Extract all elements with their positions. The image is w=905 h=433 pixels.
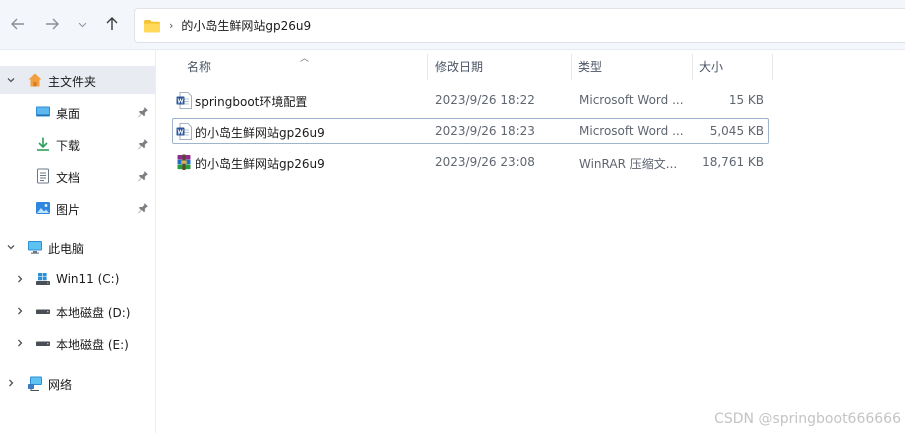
download-icon (35, 136, 51, 152)
sidebar-item-documents[interactable]: 文档 (0, 162, 155, 190)
chevron-down-icon[interactable] (5, 241, 17, 253)
forward-button[interactable] (40, 10, 64, 38)
pin-icon[interactable] (137, 106, 149, 118)
sidebar-item-pictures[interactable]: 图片 (0, 194, 155, 222)
file-date: 2023/9/26 23:08 (435, 155, 535, 169)
file-name: 的小岛生鲜网站gp26u9 (195, 157, 325, 171)
arrow-right-icon (46, 18, 59, 30)
file-name: 的小岛生鲜网站gp26u9 (195, 126, 325, 140)
sidebar-item-label: 文档 (56, 171, 81, 185)
sidebar-item-home[interactable]: 主文件夹 (0, 66, 155, 94)
file-list: ︿ 名称 修改日期 类型 大小 springboot环境配置 2023/9/26… (156, 50, 905, 433)
arrow-left-icon (11, 18, 24, 30)
sidebar-item-label: 网络 (48, 378, 73, 392)
back-button[interactable] (6, 10, 30, 38)
file-row[interactable]: 的小岛生鲜网站gp26u9 2023/9/26 23:08 WinRAR 压缩文… (172, 149, 769, 175)
pictures-icon (35, 200, 51, 216)
arrow-up-icon (106, 17, 118, 30)
sidebar-item-drive-c[interactable]: Win11 (C:) (0, 265, 155, 293)
sidebar-item-label: Win11 (C:) (56, 272, 120, 286)
sidebar-item-label: 主文件夹 (48, 75, 97, 89)
navigation-pane: 主文件夹 桌面 下载 文档 图片 此电脑 Win11 (C:) 本地磁盘 (D:… (0, 50, 156, 433)
file-row[interactable]: 的小岛生鲜网站gp26u9 2023/9/26 18:23 Microsoft … (172, 118, 769, 144)
sidebar-item-label: 此电脑 (48, 242, 85, 256)
file-size: 18,761 KB (702, 155, 764, 169)
watermark: CSDN @springboot666666 (714, 411, 901, 427)
column-divider[interactable] (772, 54, 773, 80)
file-row[interactable]: springboot环境配置 2023/9/26 18:22 Microsoft… (172, 87, 769, 113)
column-header-size[interactable]: 大小 (699, 50, 769, 82)
pin-icon[interactable] (137, 138, 149, 150)
pin-icon[interactable] (137, 202, 149, 214)
sidebar-item-label: 本地磁盘 (E:) (56, 338, 129, 352)
column-header-label: 大小 (699, 59, 724, 74)
address-bar[interactable]: › 的小岛生鲜网站gp26u9 (134, 8, 905, 43)
winrar-archive-icon (177, 154, 191, 170)
column-divider[interactable] (427, 54, 428, 80)
word-file-icon (176, 92, 192, 109)
document-icon (35, 168, 51, 184)
column-divider[interactable] (571, 54, 572, 80)
column-header-date[interactable]: 修改日期 (435, 50, 571, 82)
sidebar-item-downloads[interactable]: 下载 (0, 130, 155, 158)
file-type: Microsoft Word ... (579, 93, 684, 107)
chevron-right-icon[interactable] (14, 337, 26, 349)
chevron-right-icon[interactable] (5, 377, 17, 389)
windows-drive-icon (35, 271, 51, 287)
sidebar-item-drive-e[interactable]: 本地磁盘 (E:) (0, 329, 155, 357)
drive-icon (35, 303, 51, 319)
sidebar-item-label: 下载 (56, 139, 81, 153)
word-file-icon (176, 123, 192, 140)
network-icon (27, 375, 43, 391)
breadcrumb-current-folder[interactable]: 的小岛生鲜网站gp26u9 (181, 17, 311, 34)
chevron-down-icon (78, 22, 86, 27)
pin-icon[interactable] (137, 170, 149, 182)
column-header-label: 名称 (187, 59, 212, 74)
sidebar-item-this-pc[interactable]: 此电脑 (0, 233, 155, 261)
chevron-right-icon[interactable] (14, 305, 26, 317)
column-header-label: 修改日期 (435, 59, 484, 74)
file-name: springboot环境配置 (195, 95, 308, 109)
column-header-name[interactable]: 名称 (187, 50, 423, 82)
home-icon (27, 72, 43, 88)
folder-icon (144, 19, 160, 32)
navigation-bar: › 的小岛生鲜网站gp26u9 (0, 0, 905, 50)
file-date: 2023/9/26 18:23 (435, 124, 535, 138)
chevron-right-icon[interactable] (14, 273, 26, 285)
computer-icon (27, 239, 43, 255)
sidebar-item-network[interactable]: 网络 (0, 369, 155, 397)
recent-locations-button[interactable] (72, 10, 92, 38)
sidebar-item-desktop[interactable]: 桌面 (0, 98, 155, 126)
sidebar-item-label: 桌面 (56, 107, 81, 121)
file-size: 15 KB (728, 93, 764, 107)
sidebar-item-label: 本地磁盘 (D:) (56, 306, 131, 320)
file-type: WinRAR 压缩文... (579, 157, 678, 171)
drive-icon (35, 335, 51, 351)
file-size: 5,045 KB (709, 124, 764, 138)
file-date: 2023/9/26 18:22 (435, 93, 535, 107)
column-header-type[interactable]: 类型 (578, 50, 690, 82)
up-button[interactable] (100, 10, 124, 38)
desktop-icon (35, 104, 51, 120)
file-type: Microsoft Word ... (579, 124, 684, 138)
column-header-label: 类型 (578, 59, 603, 74)
sidebar-item-drive-d[interactable]: 本地磁盘 (D:) (0, 297, 155, 325)
column-divider[interactable] (692, 54, 693, 80)
breadcrumb-separator: › (169, 19, 174, 32)
chevron-down-icon[interactable] (5, 74, 17, 86)
sidebar-item-label: 图片 (56, 203, 81, 217)
